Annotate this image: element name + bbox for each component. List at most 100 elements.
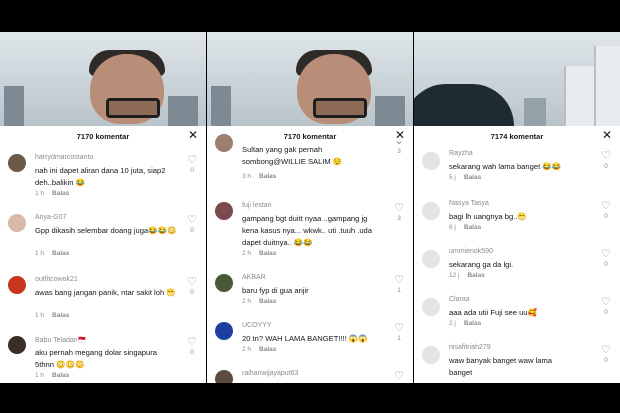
- reply-button[interactable]: Balas: [52, 312, 69, 319]
- heart-icon[interactable]: ♡: [186, 215, 198, 226]
- comment-item: AKBAR baru fyp di gua anjir 2 h Balas ♡ 1: [207, 274, 413, 314]
- like-button[interactable]: ♡ 0: [186, 277, 198, 297]
- like-button[interactable]: ⌄ 3: [393, 136, 405, 156]
- avatar[interactable]: [8, 214, 26, 232]
- comment-item: nisafitriah279 waw banyak banget waw lam…: [414, 344, 620, 383]
- like-button[interactable]: ♡ 0: [600, 151, 612, 171]
- heart-icon[interactable]: ♡: [600, 201, 612, 212]
- comment-meta: 2 j Balas: [449, 320, 482, 327]
- comment-username[interactable]: harrydmarcostanto: [35, 154, 93, 161]
- comment-panel-1: 7170 komentar ✕ harrydmarcostanto nah in…: [0, 32, 206, 383]
- like-button[interactable]: ♡ 0: [600, 249, 612, 269]
- like-count: 0: [604, 261, 608, 268]
- comment-username[interactable]: outfitcowok21: [35, 276, 78, 283]
- avatar[interactable]: [422, 346, 440, 364]
- comment-username[interactable]: fuji lestari: [242, 202, 272, 209]
- like-count: 3: [397, 148, 401, 155]
- comment-username[interactable]: ummienok590: [449, 248, 493, 255]
- comment-username[interactable]: Claraa: [449, 296, 470, 303]
- like-button[interactable]: ♡ 0: [600, 345, 612, 365]
- comment-meta: 1 h Balas: [35, 250, 70, 257]
- reply-button[interactable]: Balas: [464, 224, 481, 231]
- heart-icon[interactable]: ♡: [393, 203, 405, 214]
- heart-icon[interactable]: ♡: [393, 275, 405, 286]
- comment-username[interactable]: Babu Teladan🇲🇨: [35, 336, 86, 344]
- like-button[interactable]: ♡: [393, 371, 405, 382]
- video-preview[interactable]: [0, 32, 206, 126]
- heart-icon[interactable]: ♡: [600, 151, 612, 162]
- like-button[interactable]: ♡ 0: [600, 201, 612, 221]
- avatar[interactable]: [215, 134, 233, 152]
- heart-icon[interactable]: ♡: [600, 249, 612, 260]
- comment-item: Nasya Tasya bagi lh uangnya bg..😁 6 j Bal…: [414, 200, 620, 240]
- comment-text: awas bang jangan panik, ntar sakit loh 😁: [35, 288, 176, 297]
- chevron-down-icon[interactable]: ⌄: [393, 136, 405, 147]
- heart-icon[interactable]: ♡: [186, 155, 198, 166]
- avatar[interactable]: [8, 154, 26, 172]
- avatar[interactable]: [422, 202, 440, 220]
- heart-icon[interactable]: ♡: [186, 277, 198, 288]
- video-preview[interactable]: [414, 32, 620, 126]
- comment-meta: 2 h Balas: [242, 250, 277, 257]
- avatar[interactable]: [215, 202, 233, 220]
- video-preview[interactable]: [207, 32, 413, 126]
- comment-count-title: 7170 komentar: [76, 132, 130, 141]
- close-icon[interactable]: ✕: [188, 129, 198, 141]
- avatar[interactable]: [215, 370, 233, 383]
- reply-button[interactable]: Balas: [467, 272, 484, 279]
- like-button[interactable]: ♡ 0: [186, 155, 198, 175]
- comment-item: harrydmarcostanto nah ini dapet aliran d…: [0, 154, 206, 199]
- reply-button[interactable]: Balas: [259, 250, 276, 257]
- like-count: 0: [190, 227, 194, 234]
- reply-button[interactable]: Balas: [259, 346, 276, 353]
- like-button[interactable]: ♡ 1: [393, 275, 405, 295]
- avatar[interactable]: [8, 276, 26, 294]
- comment-username[interactable]: raihanwijayaput63: [242, 370, 298, 377]
- like-count: 1: [397, 287, 401, 294]
- avatar[interactable]: [422, 250, 440, 268]
- like-button[interactable]: ♡ 0: [186, 215, 198, 235]
- comment-text: aaa ada utii Fuji see uu🥰: [449, 308, 537, 317]
- comment-username[interactable]: UCOYYY: [242, 322, 272, 329]
- avatar[interactable]: [215, 274, 233, 292]
- avatar[interactable]: [422, 152, 440, 170]
- like-button[interactable]: ♡ 1: [393, 323, 405, 343]
- comment-item: Babu Teladan🇲🇨 aku pernah megang dolar s…: [0, 336, 206, 383]
- heart-icon[interactable]: ♡: [393, 371, 405, 382]
- like-button[interactable]: ♡ 3: [393, 203, 405, 223]
- avatar[interactable]: [215, 322, 233, 340]
- comment-username[interactable]: AKBAR: [242, 274, 266, 281]
- comment-text: sekarang ga da lgi.: [449, 260, 514, 269]
- like-button[interactable]: ♡ 0: [600, 297, 612, 317]
- reply-button[interactable]: Balas: [52, 250, 69, 257]
- comment-item: UCOYYY 20 tn? WAH LAMA BANGET!!!! 😱😱 2 h…: [207, 322, 413, 362]
- like-count: 1: [397, 335, 401, 342]
- comment-meta: 6 j Balas: [449, 224, 482, 231]
- reply-button[interactable]: Balas: [464, 174, 481, 181]
- heart-icon[interactable]: ♡: [186, 337, 198, 348]
- reply-button[interactable]: Balas: [464, 320, 481, 327]
- comment-username[interactable]: Anya-G07: [35, 214, 67, 221]
- reply-button[interactable]: Balas: [259, 298, 276, 305]
- avatar[interactable]: [8, 336, 26, 354]
- like-button[interactable]: ♡ 0: [186, 337, 198, 357]
- comment-text: gampang bgt duitt nyaa ..gampang jg kena…: [242, 214, 373, 247]
- reply-button[interactable]: Balas: [52, 372, 69, 379]
- heart-icon[interactable]: ♡: [600, 345, 612, 356]
- like-count: 0: [604, 163, 608, 170]
- close-icon[interactable]: ✕: [602, 129, 612, 141]
- reply-button[interactable]: Balas: [52, 190, 69, 197]
- comment-username[interactable]: Rayzha: [449, 150, 473, 157]
- comment-text: bagi lh uangnya bg..😁: [449, 212, 527, 221]
- heart-icon[interactable]: ♡: [600, 297, 612, 308]
- comment-meta: 2 h Balas: [242, 298, 277, 305]
- comment-username[interactable]: Nasya Tasya: [449, 200, 489, 207]
- reply-button[interactable]: Balas: [259, 173, 276, 180]
- comment-count-title: 7170 komentar: [283, 132, 337, 141]
- comments-sheet: 7170 komentar ✕ Sultan yang gak pernah s…: [207, 126, 413, 383]
- heart-icon[interactable]: ♡: [393, 323, 405, 334]
- comment-username[interactable]: nisafitriah279: [449, 344, 491, 351]
- comment-item: Rayzha sekarang wah lama banget 😂😂 5 j Ba…: [414, 150, 620, 190]
- avatar[interactable]: [422, 298, 440, 316]
- comment-text: Gpp dikasih selembar doang juga😂😂😳: [35, 226, 177, 235]
